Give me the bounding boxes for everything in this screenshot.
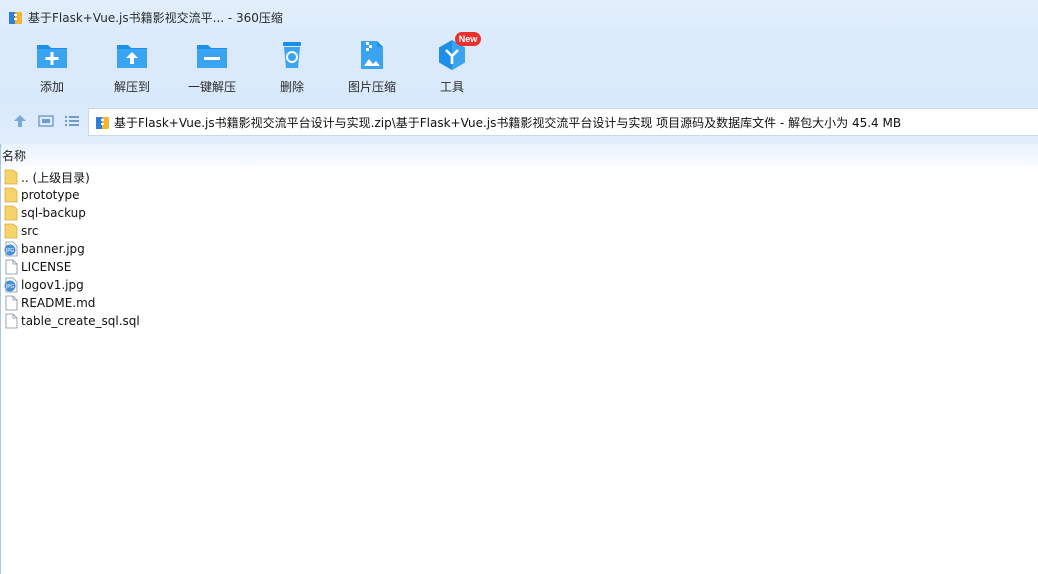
folder-icon (4, 169, 18, 185)
svg-text:JPG: JPG (5, 248, 14, 254)
window-title: 基于Flask+Vue.js书籍影视交流平... - 360压缩 (28, 10, 283, 25)
file-name: sql-backup (21, 206, 86, 220)
delete-button[interactable]: 删除 (252, 38, 332, 98)
image-compress-label: 图片压缩 (347, 80, 396, 94)
add-button[interactable]: 添加 (12, 38, 92, 98)
file-list: .. (上级目录) prototype sql-backup src JPG b… (0, 168, 1038, 330)
one-click-extract-icon (195, 38, 229, 72)
list-item[interactable]: prototype (0, 186, 1038, 204)
title-bar: 基于Flask+Vue.js书籍影视交流平... - 360压缩 (0, 0, 1038, 34)
file-name: banner.jpg (21, 242, 85, 256)
list-view-icon[interactable] (64, 113, 80, 129)
list-header: 名称 (0, 144, 1038, 166)
delete-bin-icon (275, 38, 309, 72)
image-compress-icon (355, 38, 389, 72)
file-name: README.md (21, 296, 96, 310)
main-toolbar: 添加 解压到 一键解压 删除 图片压缩 工具 (0, 34, 1038, 100)
file-icon (4, 295, 18, 311)
image-compress-button[interactable]: 图片压缩 (332, 38, 412, 98)
list-item[interactable]: LICENSE (0, 258, 1038, 276)
address-bar[interactable]: 基于Flask+Vue.js书籍影视交流平台设计与实现.zip\基于Flask+… (88, 108, 1038, 136)
archive-app-icon (8, 10, 23, 25)
tools-button[interactable]: 工具 (412, 38, 492, 98)
column-header-name[interactable]: 名称 (2, 147, 26, 164)
list-item[interactable]: JPG logov1.jpg (0, 276, 1038, 294)
address-path: 基于Flask+Vue.js书籍影视交流平台设计与实现.zip\基于Flask+… (114, 115, 902, 130)
new-badge: New (455, 32, 481, 46)
file-name: src (21, 224, 39, 238)
extract-to-label: 解压到 (113, 80, 150, 94)
tools-label: 工具 (439, 80, 464, 94)
file-name: logov1.jpg (21, 278, 84, 292)
thumbnail-view-icon[interactable] (38, 113, 54, 129)
list-item[interactable]: README.md (0, 294, 1038, 312)
file-name: .. (上级目录) (21, 170, 90, 185)
file-icon (4, 259, 18, 275)
folder-icon (4, 223, 18, 239)
extract-to-icon (115, 38, 149, 72)
list-item[interactable]: table_create_sql.sql (0, 312, 1038, 330)
file-name: prototype (21, 188, 80, 202)
zip-archive-icon (95, 115, 110, 130)
list-item[interactable]: JPG banner.jpg (0, 240, 1038, 258)
extract-to-button[interactable]: 解压到 (92, 38, 172, 98)
up-arrow-icon[interactable] (12, 113, 28, 129)
delete-label: 删除 (279, 80, 304, 94)
file-name: table_create_sql.sql (21, 314, 140, 328)
navigation-bar: 基于Flask+Vue.js书籍影视交流平台设计与实现.zip\基于Flask+… (0, 100, 1038, 144)
jpg-file-icon: JPG (4, 277, 18, 293)
folder-icon (4, 205, 18, 221)
file-icon (4, 313, 18, 329)
one-click-extract-button[interactable]: 一键解压 (172, 38, 252, 98)
folder-icon (4, 187, 18, 203)
jpg-file-icon: JPG (4, 241, 18, 257)
add-label: 添加 (39, 80, 64, 94)
list-item-parent-directory[interactable]: .. (上级目录) (0, 168, 1038, 186)
list-item[interactable]: src (0, 222, 1038, 240)
file-name: LICENSE (21, 260, 72, 274)
add-folder-icon (35, 38, 69, 72)
list-item[interactable]: sql-backup (0, 204, 1038, 222)
one-click-extract-label: 一键解压 (187, 80, 236, 94)
svg-text:JPG: JPG (5, 284, 14, 290)
